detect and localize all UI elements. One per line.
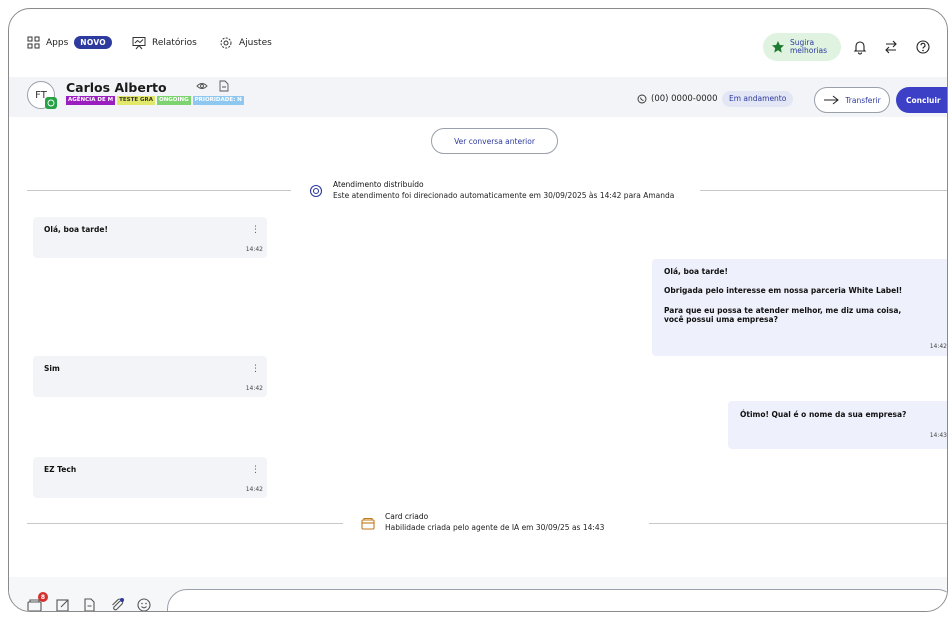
message-time: 14:42: [245, 486, 263, 493]
nav-settings[interactable]: Ajustes: [219, 36, 272, 50]
conclude-button[interactable]: Concluir: [896, 87, 947, 113]
tag-2[interactable]: ONGOING: [157, 96, 191, 105]
distribution-icon: [309, 184, 323, 198]
document-icon[interactable]: [82, 597, 98, 612]
nav-apps-label: Apps: [46, 37, 69, 48]
message-line: Ótimo! Qual é o nome da sua empresa?: [740, 410, 907, 419]
tag-0[interactable]: AGÊNCIA DE M: [66, 96, 116, 105]
event-distributed: Atendimento distribuído Este atendimento…: [309, 180, 674, 201]
event-title: Card criado: [385, 512, 429, 521]
incoming-message: EZ Tech ⋮ 14:42: [33, 457, 267, 498]
outgoing-message: Ótimo! Qual é o nome da sua empresa? 14:…: [728, 401, 947, 449]
contact-name[interactable]: Carlos Alberto: [66, 80, 167, 95]
nav-reports-label: Relatórios: [152, 38, 197, 48]
message-line: Olá, boa tarde!: [664, 267, 728, 276]
more-options-icon[interactable]: ⋮: [251, 226, 260, 235]
transfer-label: Transferir: [845, 95, 881, 105]
divider: [27, 190, 291, 191]
eye-icon[interactable]: [196, 81, 208, 91]
phone-number: (00) 0000-0000: [651, 94, 718, 104]
arrow-right-icon: [824, 95, 840, 105]
contact-tags: AGÊNCIA DE M TESTE GRA ONGOING PRIORIDAD…: [66, 96, 244, 105]
bell-icon[interactable]: [852, 39, 868, 55]
outgoing-message: Olá, boa tarde! Obrigada pelo interesse …: [652, 259, 947, 356]
card-icon: [361, 517, 375, 530]
tag-3[interactable]: PRIORIDADE: N: [192, 96, 244, 105]
message-time: 14:42: [245, 246, 263, 253]
more-options-icon[interactable]: ⋮: [251, 466, 260, 475]
grid-icon: [27, 36, 40, 49]
document-icon[interactable]: [219, 80, 229, 92]
presentation-chart-icon: [132, 37, 146, 50]
help-icon[interactable]: [915, 39, 931, 55]
suggest-improvements-button[interactable]: Sugira melhorias: [763, 33, 841, 61]
view-previous-conversation-button[interactable]: Ver conversa anterior: [431, 128, 558, 154]
status-badge: Em andamento: [722, 91, 794, 107]
emoji-icon[interactable]: [136, 597, 152, 612]
event-description: Este atendimento foi direcionado automat…: [333, 191, 675, 200]
more-options-icon[interactable]: ⋮: [251, 365, 260, 374]
transfer-button[interactable]: Transferir: [814, 87, 890, 113]
whatsapp-outline-icon: [637, 94, 647, 104]
gear-icon: [220, 37, 232, 49]
notification-count-badge: 8: [38, 592, 48, 602]
new-badge: NOVO: [74, 36, 112, 49]
top-nav: Apps NOVO Relatórios Ajustes Sugira melh…: [9, 9, 947, 77]
app-window: Apps NOVO Relatórios Ajustes Sugira melh…: [8, 8, 948, 612]
incoming-message: Sim ⋮ 14:42: [33, 356, 267, 397]
event-card-created: Card criado Habilidade criada pelo agent…: [361, 512, 604, 533]
suggest-label: Sugira melhorias: [790, 38, 828, 55]
message-text: Sim: [44, 364, 60, 373]
message-line: Obrigada pelo interesse em nossa parceri…: [664, 286, 903, 295]
edit-icon[interactable]: [55, 597, 71, 612]
contact-phone: (00) 0000-0000: [637, 94, 717, 104]
nav-reports[interactable]: Relatórios: [132, 36, 197, 50]
message-text: Olá, boa tarde!: [44, 225, 108, 234]
event-title: Atendimento distribuído: [333, 180, 424, 189]
contact-header: FT Carlos Alberto AGÊNCIA DE M TESTE GRA…: [9, 77, 947, 117]
whatsapp-icon: [45, 97, 57, 109]
message-time: 14:42: [929, 343, 947, 350]
divider: [649, 523, 947, 524]
tag-1[interactable]: TESTE GRA: [117, 96, 156, 105]
divider: [700, 190, 947, 191]
swap-arrows-icon[interactable]: [883, 39, 899, 55]
nav-apps[interactable]: Apps NOVO: [27, 36, 112, 49]
event-description: Habilidade criada pelo agente de IA em 3…: [385, 523, 605, 532]
incoming-message: Olá, boa tarde! ⋮ 14:42: [33, 217, 267, 258]
message-text: EZ Tech: [44, 465, 77, 474]
message-input[interactable]: [167, 589, 947, 611]
attachment-icon[interactable]: [109, 597, 125, 612]
message-time: 14:42: [245, 385, 263, 392]
nav-settings-label: Ajustes: [239, 38, 272, 48]
star-icon: [772, 41, 784, 53]
message-line: você possui uma empresa?: [664, 315, 778, 324]
divider: [27, 523, 343, 524]
message-time: 14:43: [929, 432, 947, 439]
